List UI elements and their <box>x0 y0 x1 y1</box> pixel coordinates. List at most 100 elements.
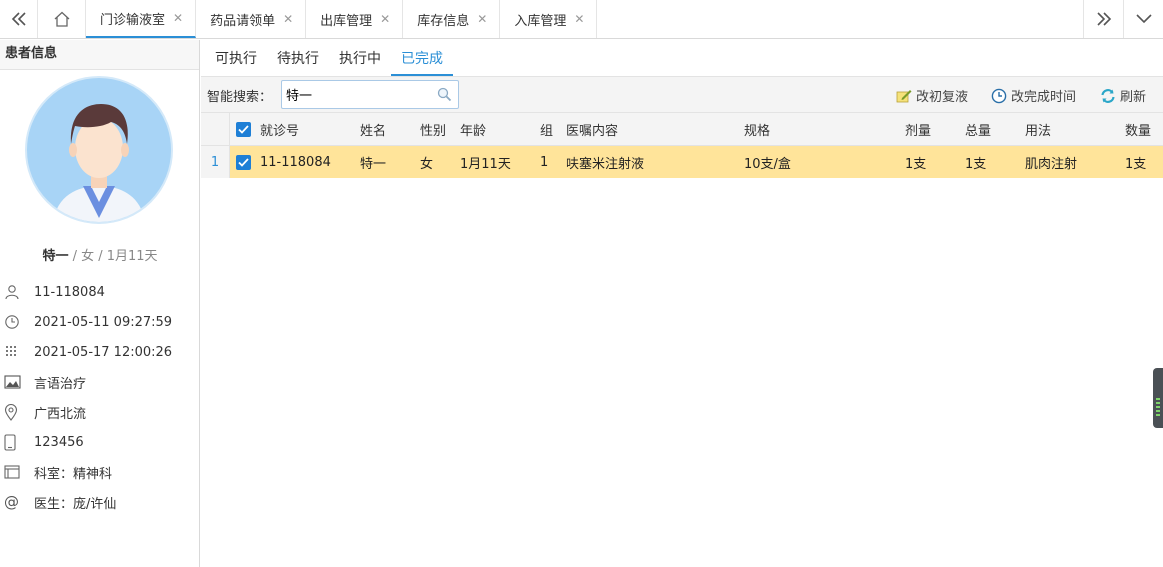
table-row[interactable]: 1 11-118084 特一 女 1月11天 1 呋塞米注射液 10支/盒 1支… <box>201 146 1163 178</box>
tab-stock-info[interactable]: 库存信息 ✕ <box>403 0 501 38</box>
subtab-executable[interactable]: 可执行 <box>205 40 267 76</box>
tab-drug-requisition[interactable]: 药品请领单 ✕ <box>196 0 307 38</box>
clock-icon <box>991 88 1007 103</box>
patient-location: 广西北流 <box>34 406 87 422</box>
patient-dept-row: 科室：精神科 <box>0 461 200 483</box>
header-dose[interactable]: 剂量 <box>905 113 931 145</box>
mobile-phone-icon <box>0 433 34 451</box>
patient-treatment: 言语治疗 <box>34 376 87 392</box>
header-visit-no[interactable]: 就诊号 <box>260 113 299 145</box>
select-all-checkbox[interactable] <box>236 113 251 145</box>
tab-inbound[interactable]: 入库管理 ✕ <box>500 0 598 38</box>
header-age[interactable]: 年龄 <box>460 113 486 145</box>
patient-summary: 特一 / 女 / 1月11天 <box>0 245 200 264</box>
change-recheck-label: 改初复液 <box>916 90 969 105</box>
row-number-header <box>201 113 230 145</box>
patient-phone: 123456 <box>34 434 84 450</box>
patient-sex-age: / 女 / 1月11天 <box>68 249 158 264</box>
close-icon[interactable]: ✕ <box>477 12 487 26</box>
subtab-completed[interactable]: 已完成 <box>391 40 453 76</box>
avatar <box>25 76 173 224</box>
main-content: 可执行 待执行 执行中 已完成 智能搜索： 改初复液 改完成时间 刷新 <box>201 40 1163 567</box>
clock-icon <box>0 314 34 330</box>
tab-label: 库存信息 <box>417 13 470 29</box>
image-icon <box>0 375 34 389</box>
cell-spec: 10支/盒 <box>744 156 791 172</box>
search-label: 智能搜索： <box>207 90 273 105</box>
row-checkbox[interactable] <box>236 146 251 178</box>
patient-dept: 科室：精神科 <box>34 466 113 482</box>
close-icon[interactable]: ✕ <box>173 11 183 25</box>
patient-panel-title: 患者信息 <box>0 40 199 70</box>
double-chevron-left-icon <box>11 12 26 26</box>
window-icon <box>0 465 34 479</box>
patient-time2: 2021-05-17 12:00:26 <box>34 344 173 360</box>
patient-location-row: 广西北流 <box>0 401 200 423</box>
close-icon[interactable]: ✕ <box>574 12 584 26</box>
tab-list: 门诊输液室 ✕ 药品请领单 ✕ 出库管理 ✕ 库存信息 ✕ 入库管理 ✕ <box>86 0 598 38</box>
header-name[interactable]: 姓名 <box>360 113 386 145</box>
header-group[interactable]: 组 <box>540 113 553 145</box>
refresh-button[interactable]: 刷新 <box>1100 86 1146 105</box>
chevron-down-icon <box>1135 14 1152 24</box>
scroll-tabs-right-button[interactable] <box>1083 0 1123 38</box>
close-icon[interactable]: ✕ <box>380 12 390 26</box>
top-right-controls <box>1083 0 1163 38</box>
search-icon[interactable] <box>437 87 452 106</box>
change-finish-time-label: 改完成时间 <box>1011 90 1077 105</box>
cell-sex: 女 <box>420 156 434 172</box>
tab-label: 门诊输液室 <box>100 12 166 28</box>
side-drag-handle[interactable] <box>1153 368 1163 428</box>
order-grid: 就诊号 姓名 性别 年龄 组 医嘱内容 规格 剂量 总量 用法 数量 1 11-… <box>201 113 1163 178</box>
search-input[interactable] <box>282 81 432 108</box>
toolbar: 智能搜索： 改初复液 改完成时间 刷新 <box>201 76 1163 113</box>
edit-pencil-icon <box>896 89 912 102</box>
patient-doctor: 医生：庞/许仙 <box>34 496 117 512</box>
tab-label: 入库管理 <box>514 13 567 29</box>
cell-usage: 肌肉注射 <box>1025 156 1078 172</box>
checkbox-checked-icon <box>236 154 251 170</box>
calendar-grid-icon <box>0 344 34 360</box>
status-subtabs: 可执行 待执行 执行中 已完成 <box>201 40 1163 76</box>
search-box <box>281 80 459 109</box>
header-sex[interactable]: 性别 <box>420 113 446 145</box>
patient-id: 11-118084 <box>34 284 105 300</box>
close-icon[interactable]: ✕ <box>283 12 293 26</box>
subtab-pending[interactable]: 待执行 <box>267 40 329 76</box>
patient-treatment-row: 言语治疗 <box>0 371 200 393</box>
cell-age: 1月11天 <box>460 156 511 172</box>
header-spec[interactable]: 规格 <box>744 113 770 145</box>
scroll-tabs-left-button[interactable] <box>0 0 38 38</box>
home-button[interactable] <box>38 0 86 38</box>
patient-doctor-row: @ 医生：庞/许仙 <box>0 491 200 513</box>
change-finish-time-button[interactable]: 改完成时间 <box>991 86 1076 105</box>
subtab-executing[interactable]: 执行中 <box>329 40 391 76</box>
refresh-label: 刷新 <box>1120 90 1147 105</box>
tab-label: 出库管理 <box>320 13 373 29</box>
location-pin-icon <box>0 403 34 421</box>
cell-dose: 1支 <box>905 156 927 172</box>
patient-time2-row: 2021-05-17 12:00:26 <box>0 341 200 363</box>
header-qty[interactable]: 数量 <box>1125 113 1151 145</box>
checkbox-checked-icon <box>236 121 251 137</box>
header-order-content[interactable]: 医嘱内容 <box>566 113 618 145</box>
top-tab-bar: 门诊输液室 ✕ 药品请领单 ✕ 出库管理 ✕ 库存信息 ✕ 入库管理 ✕ <box>0 0 1163 39</box>
cell-order-content: 呋塞米注射液 <box>566 156 645 172</box>
cell-group: 1 <box>540 154 549 170</box>
tab-outbound[interactable]: 出库管理 ✕ <box>306 0 404 38</box>
cell-name: 特一 <box>360 156 387 172</box>
cell-total: 1支 <box>965 156 987 172</box>
header-usage[interactable]: 用法 <box>1025 113 1051 145</box>
app-root: 门诊输液室 ✕ 药品请领单 ✕ 出库管理 ✕ 库存信息 ✕ 入库管理 ✕ 患者信… <box>0 0 1163 567</box>
grid-header: 就诊号 姓名 性别 年龄 组 医嘱内容 规格 剂量 总量 用法 数量 <box>201 113 1163 146</box>
at-sign-icon: @ <box>4 493 19 511</box>
change-recheck-button[interactable]: 改初复液 <box>896 86 968 105</box>
tab-infusion-room[interactable]: 门诊输液室 ✕ <box>86 0 197 38</box>
cell-qty: 1支 <box>1125 156 1147 172</box>
tab-menu-button[interactable] <box>1123 0 1163 38</box>
row-number: 1 <box>201 146 230 178</box>
home-icon <box>54 11 69 27</box>
user-icon <box>0 284 34 300</box>
header-total[interactable]: 总量 <box>965 113 991 145</box>
patient-name: 特一 <box>42 249 69 264</box>
